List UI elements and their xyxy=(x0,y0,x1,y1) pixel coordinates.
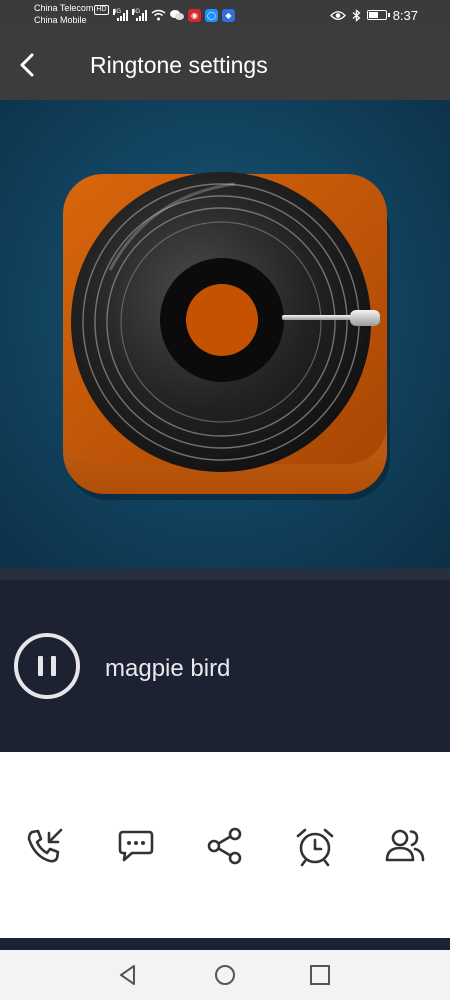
carrier-info: China Telecom HD China Mobile xyxy=(34,3,109,26)
hd-badge: HD xyxy=(94,5,109,15)
ringtone-actions xyxy=(0,752,450,938)
clock-time: 8:37 xyxy=(392,7,418,23)
status-bar: China Telecom HD China Mobile 4G 4G ◉ ◯ ◆ xyxy=(0,0,450,30)
share-button[interactable] xyxy=(203,824,247,868)
pause-button[interactable] xyxy=(14,633,80,699)
back-button[interactable] xyxy=(14,50,44,80)
wechat-icon xyxy=(170,10,184,20)
nav-recents-button[interactable] xyxy=(307,962,333,988)
nav-home-button[interactable] xyxy=(212,962,238,988)
vinyl-record-turntable-icon xyxy=(63,172,390,500)
network-type-2: 4G xyxy=(132,9,141,15)
signal-icon: 4G xyxy=(113,9,128,21)
qq-app-icon: ◯ xyxy=(205,8,218,22)
bottom-divider xyxy=(0,938,450,950)
album-artwork xyxy=(0,100,450,568)
set-call-ringtone-button[interactable] xyxy=(23,824,67,868)
status-icons-left: 4G 4G ◉ ◯ ◆ xyxy=(113,7,235,23)
back-triangle-icon xyxy=(120,965,135,985)
status-icons-right: 8:37 xyxy=(329,7,418,23)
song-name: magpie bird xyxy=(105,655,231,682)
weibo-app-icon: ◉ xyxy=(188,8,201,22)
contacts-icon xyxy=(385,829,425,862)
battery-icon xyxy=(366,10,390,20)
home-circle-icon xyxy=(215,965,235,985)
nav-back-button[interactable] xyxy=(115,962,141,988)
eye-icon xyxy=(329,10,346,20)
set-contact-ringtone-button[interactable] xyxy=(383,824,427,868)
signal-icon-2: 4G xyxy=(132,9,147,21)
carrier-1: China Telecom xyxy=(34,3,94,13)
share-icon xyxy=(207,827,242,865)
artwork-bottom-strip xyxy=(0,568,450,580)
set-alarm-tone-button[interactable] xyxy=(293,824,337,868)
recents-square-icon xyxy=(310,965,330,985)
lightbulb-app-icon: ◆ xyxy=(222,8,235,22)
alarm-clock-icon xyxy=(296,828,334,867)
message-bubble-icon xyxy=(118,830,154,862)
player-panel: magpie bird xyxy=(0,580,450,752)
carrier-2: China Mobile xyxy=(34,15,87,25)
set-message-tone-button[interactable] xyxy=(113,824,157,868)
incoming-call-icon xyxy=(27,828,63,863)
network-type-1: 4G xyxy=(113,9,122,15)
wifi-icon xyxy=(151,9,166,21)
pause-icon-bar xyxy=(51,656,56,676)
app-header: Ringtone settings xyxy=(0,30,450,100)
chevron-left-icon xyxy=(20,53,34,77)
page-title: Ringtone settings xyxy=(90,52,268,78)
system-navigation-bar xyxy=(0,950,450,1000)
bluetooth-icon xyxy=(352,8,361,22)
pause-icon xyxy=(38,656,43,676)
